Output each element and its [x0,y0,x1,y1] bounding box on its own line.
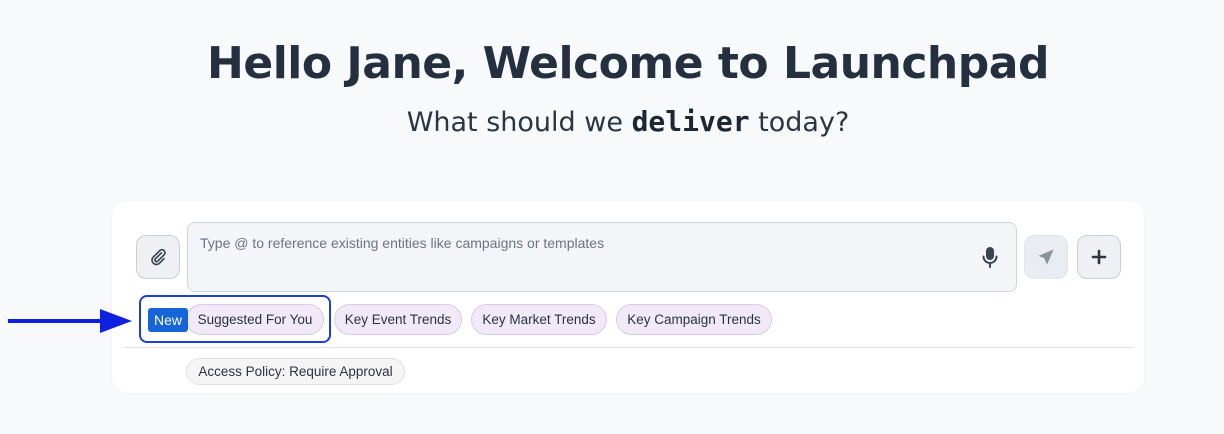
subtitle-prefix: What should we [406,107,623,138]
attach-button[interactable] [136,235,180,279]
paper-plane-icon [1038,249,1054,265]
access-policy-chip[interactable]: Access Policy: Require Approval [186,358,405,385]
welcome-title: Hello Jane, Welcome to Launchpad [207,38,1049,89]
annotation-highlight-box [139,295,331,343]
subtitle-suffix: today? [758,107,850,138]
microphone-icon[interactable] [980,245,1000,269]
paperclip-icon [151,248,166,266]
annotation-arrow-icon [8,309,132,333]
send-button[interactable] [1024,235,1068,279]
prompt-input[interactable] [200,235,960,279]
chip-key-event-trends[interactable]: Key Event Trends [334,304,462,335]
add-button[interactable] [1077,235,1121,279]
prompt-input-box[interactable] [187,222,1017,292]
chip-key-market-trends[interactable]: Key Market Trends [471,304,607,335]
plus-icon [1091,249,1107,265]
welcome-subtitle: What should we deliver today? [0,105,1224,138]
chip-key-campaign-trends[interactable]: Key Campaign Trends [616,304,772,335]
divider [124,347,1134,348]
subtitle-keyword: deliver [631,105,750,138]
